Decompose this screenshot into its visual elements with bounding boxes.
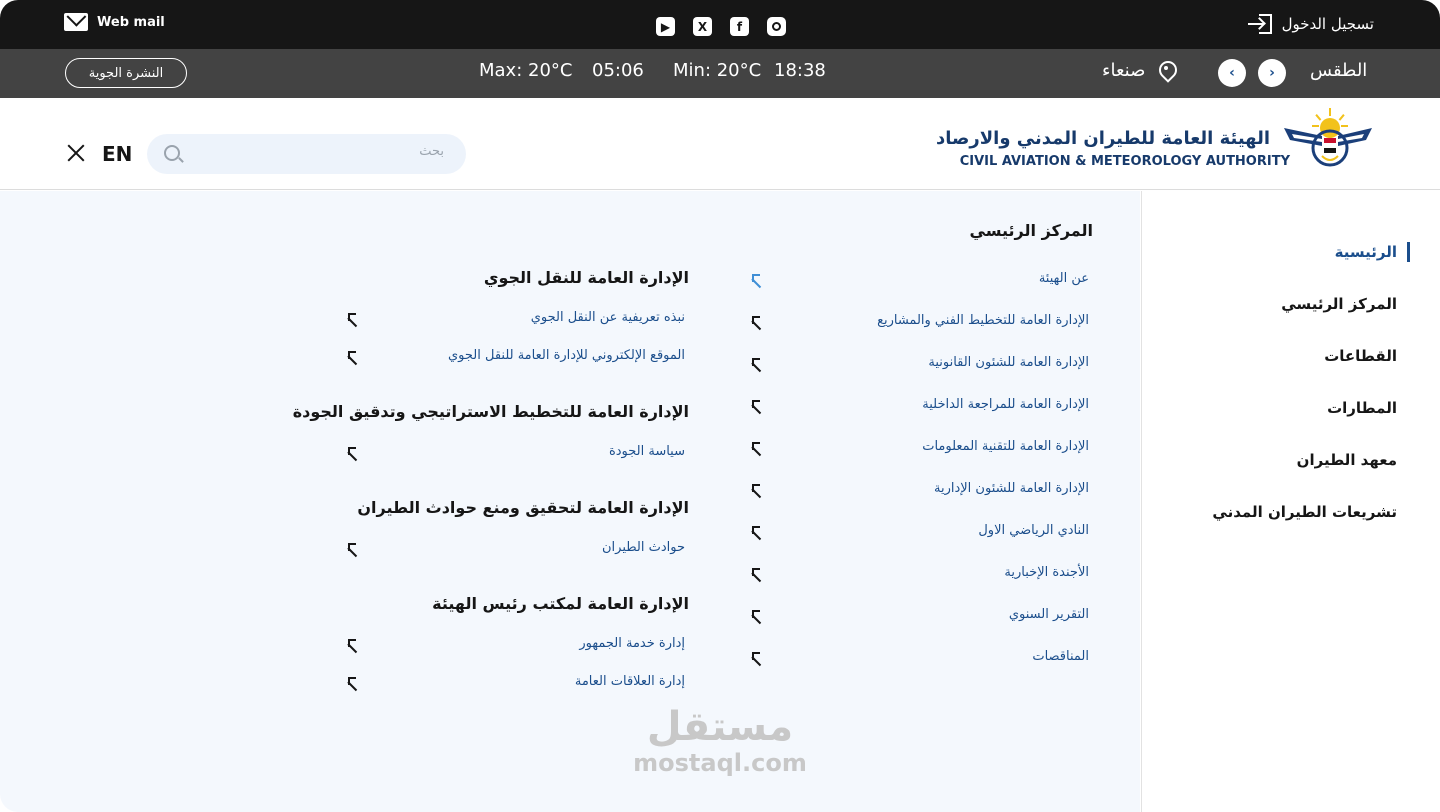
arrow-up-left-icon bbox=[347, 676, 359, 688]
arrow-up-left-icon bbox=[751, 609, 763, 621]
arrow-up-left-icon bbox=[751, 567, 763, 579]
location-pin-icon bbox=[1159, 61, 1175, 81]
menu-link[interactable]: إدارة العلاقات العامة bbox=[575, 674, 685, 689]
menu-link[interactable]: الإدارة العامة للشئون الإدارية bbox=[934, 481, 1089, 496]
watermark: مستقل mostaql.com bbox=[630, 705, 810, 777]
mail-icon bbox=[64, 13, 88, 31]
menu-link[interactable]: المناقصات bbox=[1032, 649, 1089, 664]
group-title: الإدارة العامة لمكتب رئيس الهيئة bbox=[432, 594, 689, 613]
arrow-up-left-icon bbox=[751, 273, 763, 285]
instagram-icon[interactable] bbox=[767, 17, 786, 36]
city-selector[interactable]: صنعاء bbox=[1102, 60, 1175, 81]
menu-link[interactable]: التقرير السنوي bbox=[1009, 607, 1089, 622]
menu-link[interactable]: إدارة خدمة الجمهور bbox=[579, 636, 685, 651]
arrow-up-left-icon bbox=[347, 542, 359, 554]
x-icon[interactable]: X bbox=[693, 17, 712, 36]
arrow-up-left-icon bbox=[751, 441, 763, 453]
main-center-title: المركز الرئيسي bbox=[969, 221, 1093, 240]
login-icon bbox=[1247, 13, 1272, 35]
weather-bar: النشرة الجوية Max: 20°C 05:06 Min: 20°C … bbox=[0, 49, 1440, 98]
close-icon[interactable] bbox=[65, 142, 87, 164]
menu-link[interactable]: سياسة الجودة bbox=[609, 444, 685, 459]
top-bar: Web mail ▶ X f تسجيل الدخول bbox=[0, 0, 1440, 49]
menu-link[interactable]: النادي الرياضي الاول bbox=[978, 523, 1089, 538]
city-name: صنعاء bbox=[1102, 60, 1146, 81]
youtube-icon[interactable]: ▶ bbox=[656, 17, 675, 36]
arrow-up-left-icon bbox=[347, 350, 359, 362]
arrow-up-left-icon bbox=[751, 483, 763, 495]
sidebar-item-airports[interactable]: المطارات bbox=[1327, 399, 1397, 417]
arrow-up-left-icon bbox=[751, 399, 763, 411]
menu-link[interactable]: الموقع الإلكتروني للإدارة العامة للنقل ا… bbox=[448, 348, 685, 363]
sidebar-nav bbox=[1141, 191, 1440, 812]
site-header: الهيئة العامة للطيران المدني والارصاد CI… bbox=[0, 98, 1440, 190]
language-toggle[interactable]: EN bbox=[102, 142, 132, 166]
watermark-english: mostaql.com bbox=[633, 749, 807, 777]
authority-name-arabic: الهيئة العامة للطيران المدني والارصاد bbox=[936, 128, 1270, 149]
menu-link[interactable]: الإدارة العامة للتقنية المعلومات bbox=[922, 439, 1089, 454]
group-title: الإدارة العامة لتحقيق ومنع حوادث الطيران bbox=[357, 498, 689, 517]
menu-link[interactable]: حوادث الطيران bbox=[602, 540, 685, 555]
group-title: الإدارة العامة للتخطيط الاستراتيجي وتدقي… bbox=[292, 402, 689, 421]
login-label: تسجيل الدخول bbox=[1281, 15, 1374, 33]
search-input[interactable]: بحث bbox=[419, 144, 444, 159]
arrow-up-left-icon bbox=[751, 525, 763, 537]
authority-name-english: CIVIL AVIATION & METEOROLOGY AUTHORITY bbox=[959, 154, 1290, 169]
search-icon[interactable] bbox=[164, 145, 180, 161]
weather-label: الطقس bbox=[1310, 60, 1368, 81]
menu-link[interactable]: عن الهيئة bbox=[1039, 271, 1089, 286]
max-temperature: Max: 20°C bbox=[479, 60, 573, 81]
arrow-up-left-icon bbox=[347, 638, 359, 650]
min-temperature: Min: 20°C bbox=[673, 60, 762, 81]
sunset-time: 18:38 bbox=[774, 60, 826, 81]
menu-link[interactable]: نبذه تعريفية عن النقل الجوي bbox=[531, 310, 685, 325]
menu-link[interactable]: الإدارة العامة للمراجعة الداخلية bbox=[922, 397, 1089, 412]
watermark-arabic: مستقل bbox=[646, 704, 794, 750]
search-box[interactable]: بحث bbox=[147, 134, 466, 174]
chevron-left-icon[interactable]: ‹ bbox=[1218, 59, 1246, 87]
arrow-up-left-icon bbox=[347, 446, 359, 458]
sidebar-item-sectors[interactable]: القطاعات bbox=[1324, 347, 1397, 365]
login-link[interactable]: تسجيل الدخول bbox=[1247, 13, 1374, 35]
arrow-up-left-icon bbox=[347, 312, 359, 324]
menu-link[interactable]: الإدارة العامة للتخطيط الفني والمشاريع bbox=[877, 313, 1089, 328]
active-indicator bbox=[1407, 242, 1410, 262]
webmail-label: Web mail bbox=[97, 14, 165, 30]
page: Web mail ▶ X f تسجيل الدخول النشرة الجوي… bbox=[0, 0, 1440, 812]
webmail-link[interactable]: Web mail bbox=[64, 13, 165, 31]
sidebar-item-aviation-institute[interactable]: معهد الطيران bbox=[1297, 451, 1397, 469]
menu-link[interactable]: الإدارة العامة للشئون القانونية bbox=[928, 355, 1089, 370]
menu-link[interactable]: الأجندة الإخبارية bbox=[1004, 565, 1089, 580]
arrow-up-left-icon bbox=[751, 651, 763, 663]
facebook-icon[interactable]: f bbox=[730, 17, 749, 36]
sunrise-time: 05:06 bbox=[592, 60, 644, 81]
social-links: ▶ X f bbox=[656, 17, 786, 36]
authority-logo-icon[interactable] bbox=[1282, 106, 1374, 172]
arrow-up-left-icon bbox=[751, 357, 763, 369]
group-title: الإدارة العامة للنقل الجوي bbox=[483, 268, 689, 287]
sidebar-item-home[interactable]: الرئيسية bbox=[1335, 243, 1397, 261]
chevron-right-icon[interactable]: › bbox=[1258, 59, 1286, 87]
arrow-up-left-icon bbox=[751, 315, 763, 327]
sidebar-item-legislation[interactable]: تشريعات الطيران المدني bbox=[1212, 503, 1397, 521]
sidebar-item-main-center[interactable]: المركز الرئيسي bbox=[1281, 295, 1397, 313]
weather-bulletin-button[interactable]: النشرة الجوية bbox=[65, 58, 187, 88]
